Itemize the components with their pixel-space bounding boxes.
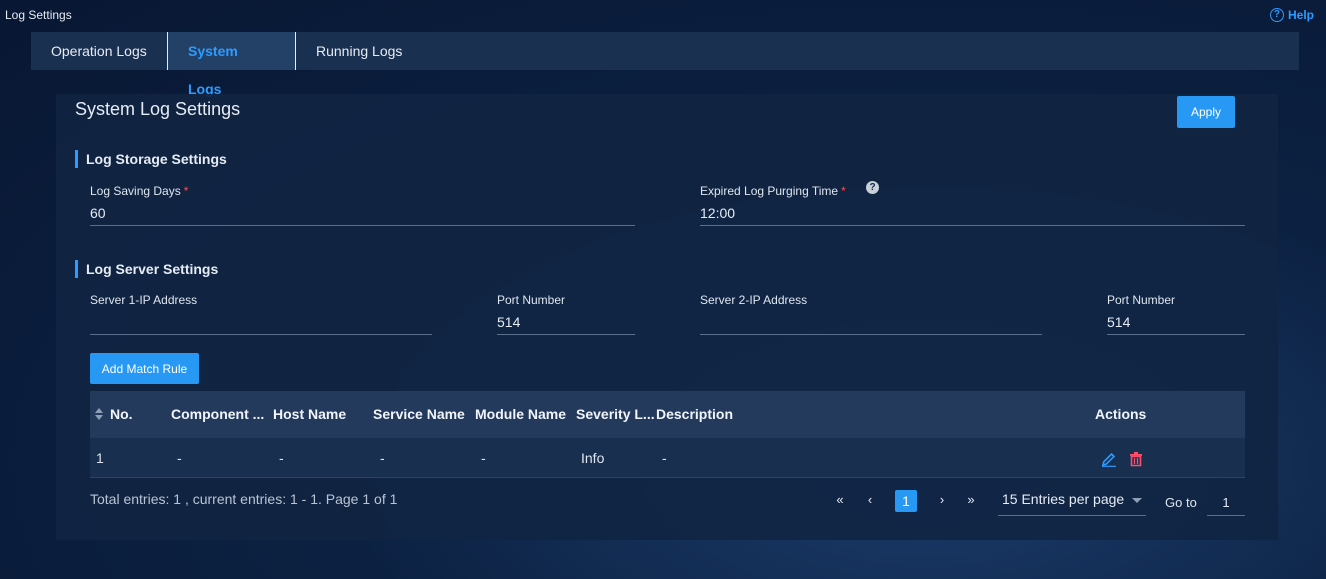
server1-ip-label: Server 1-IP Address: [90, 293, 198, 307]
required-marker: *: [841, 184, 846, 198]
app-title: Log Settings: [5, 8, 72, 22]
cell-severity: Info: [581, 450, 605, 466]
port2-input[interactable]: 514: [1107, 310, 1245, 335]
required-marker: *: [183, 184, 189, 198]
server2-ip-label: Server 2-IP Address: [700, 293, 808, 307]
help-icon: ?: [1269, 8, 1284, 22]
apply-button[interactable]: Apply: [1177, 96, 1235, 128]
prev-page-icon[interactable]: ‹: [860, 490, 880, 510]
column-severity: Severity L...: [576, 406, 655, 422]
delete-icon[interactable]: [1128, 451, 1144, 467]
server2-ip-input[interactable]: [700, 310, 1042, 335]
next-page-icon[interactable]: ›: [932, 490, 952, 510]
log-storage-heading: Log Storage Settings: [75, 150, 227, 168]
column-description: Description: [656, 406, 734, 422]
table-header: No. Component ... Host Name Service Name…: [90, 391, 1245, 438]
cell-host-name: -: [279, 450, 284, 466]
last-page-icon[interactable]: »: [961, 490, 981, 510]
tab-running-logs[interactable]: Running Logs: [296, 32, 422, 70]
cell-module-name: -: [481, 450, 486, 466]
help-link[interactable]: ? Help: [1269, 8, 1314, 22]
log-saving-days-label: Log Saving Days *: [90, 184, 189, 198]
top-bar: Log Settings ? Help: [0, 0, 1326, 30]
question-icon[interactable]: ?: [866, 181, 879, 194]
pagination-summary: Total entries: 1 , current entries: 1 - …: [90, 491, 398, 507]
tab-operation-logs[interactable]: Operation Logs: [31, 32, 167, 70]
dropdown-caret-icon: [1132, 498, 1142, 503]
first-page-icon[interactable]: «: [830, 490, 850, 510]
cell-service-name: -: [380, 450, 385, 466]
goto-page-input[interactable]: 1: [1207, 491, 1245, 516]
help-label: Help: [1287, 8, 1314, 22]
page-title: System Log Settings: [75, 99, 241, 119]
entries-per-page-value: 15 Entries per page: [1002, 491, 1125, 507]
port1-label: Port Number: [497, 293, 566, 307]
cell-description: -: [662, 450, 667, 466]
port1-input[interactable]: 514: [497, 310, 635, 335]
port2-label: Port Number: [1107, 293, 1176, 307]
sort-icon[interactable]: [95, 408, 103, 420]
add-match-rule-button[interactable]: Add Match Rule: [90, 353, 199, 384]
purge-time-label: Expired Log Purging Time *: [700, 184, 846, 198]
cell-component: -: [177, 450, 182, 466]
edit-icon[interactable]: [1101, 451, 1117, 467]
system-log-settings-panel: System Log Settings Apply Log Storage Se…: [56, 94, 1278, 540]
page-number-current[interactable]: 1: [895, 490, 917, 512]
column-module-name: Module Name: [475, 406, 567, 422]
entries-per-page-select[interactable]: 15 Entries per page: [998, 491, 1146, 516]
goto-label: Go to: [1165, 495, 1197, 510]
column-actions: Actions: [1095, 406, 1147, 422]
tab-system-logs[interactable]: System Logs: [167, 32, 296, 97]
log-saving-days-input[interactable]: 60: [90, 201, 635, 226]
server1-ip-input[interactable]: [90, 310, 432, 335]
column-component: Component ...: [171, 406, 265, 422]
cell-no: 1: [96, 450, 104, 466]
purge-time-input[interactable]: 12:00: [700, 201, 1245, 226]
column-service-name: Service Name: [373, 406, 465, 422]
table-row: 1 - - - - Info -: [90, 438, 1245, 478]
log-tabs: Operation Logs System Logs Running Logs: [31, 32, 1299, 97]
log-server-heading: Log Server Settings: [75, 260, 218, 278]
column-host-name: Host Name: [273, 406, 347, 422]
column-no[interactable]: No.: [110, 406, 133, 422]
